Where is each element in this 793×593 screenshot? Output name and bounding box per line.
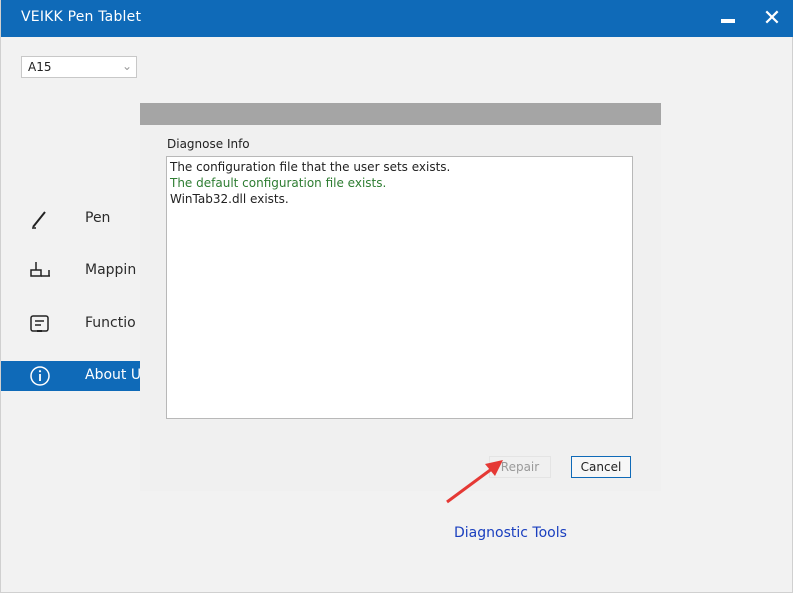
title-bar: VEIKK Pen Tablet ✕	[1, 0, 793, 37]
close-button[interactable]: ✕	[755, 0, 789, 37]
sidebar-item-mapping[interactable]: Mappin	[1, 256, 141, 286]
cancel-button[interactable]: Cancel	[571, 456, 631, 478]
sidebar-item-function[interactable]: Functio	[1, 309, 141, 339]
diagnose-line: The default configuration file exists.	[170, 176, 387, 190]
model-select[interactable]: A15 ⌄	[21, 56, 137, 78]
diagnose-info-label: Diagnose Info	[167, 137, 250, 151]
sidebar-item-label: Functio	[85, 315, 136, 331]
minimize-button[interactable]	[711, 0, 745, 37]
minimize-icon	[721, 18, 735, 23]
close-icon: ✕	[762, 5, 782, 31]
diagnostic-tools-link[interactable]: Diagnostic Tools	[454, 525, 567, 541]
diagnose-line: The configuration file that the user set…	[170, 160, 451, 174]
sidebar-item-about[interactable]: About U	[1, 361, 141, 391]
window-title: VEIKK Pen Tablet	[21, 9, 142, 25]
chevron-down-icon: ⌄	[121, 59, 132, 73]
diagnose-line: WinTab32.dll exists.	[170, 192, 289, 206]
mapping-icon	[29, 260, 51, 282]
sidebar-item-label: Pen	[85, 210, 111, 226]
diagnose-info-textbox[interactable]: The configuration file that the user set…	[166, 156, 633, 419]
info-icon	[29, 365, 51, 387]
sidebar-item-label: Mappin	[85, 262, 137, 278]
model-select-value: A15	[28, 60, 52, 74]
app-window: VEIKK Pen Tablet ✕ A15 ⌄ Pen Mappin Func…	[0, 0, 793, 593]
pen-icon	[29, 208, 51, 230]
dialog-header-bar[interactable]	[140, 103, 661, 125]
sidebar-item-label: About U	[85, 367, 142, 383]
sidebar-item-pen[interactable]: Pen	[1, 204, 141, 234]
diagnose-dialog: Diagnose Info The configuration file tha…	[140, 103, 661, 491]
function-keys-icon	[29, 313, 51, 335]
annotation-arrow-icon	[446, 460, 503, 504]
